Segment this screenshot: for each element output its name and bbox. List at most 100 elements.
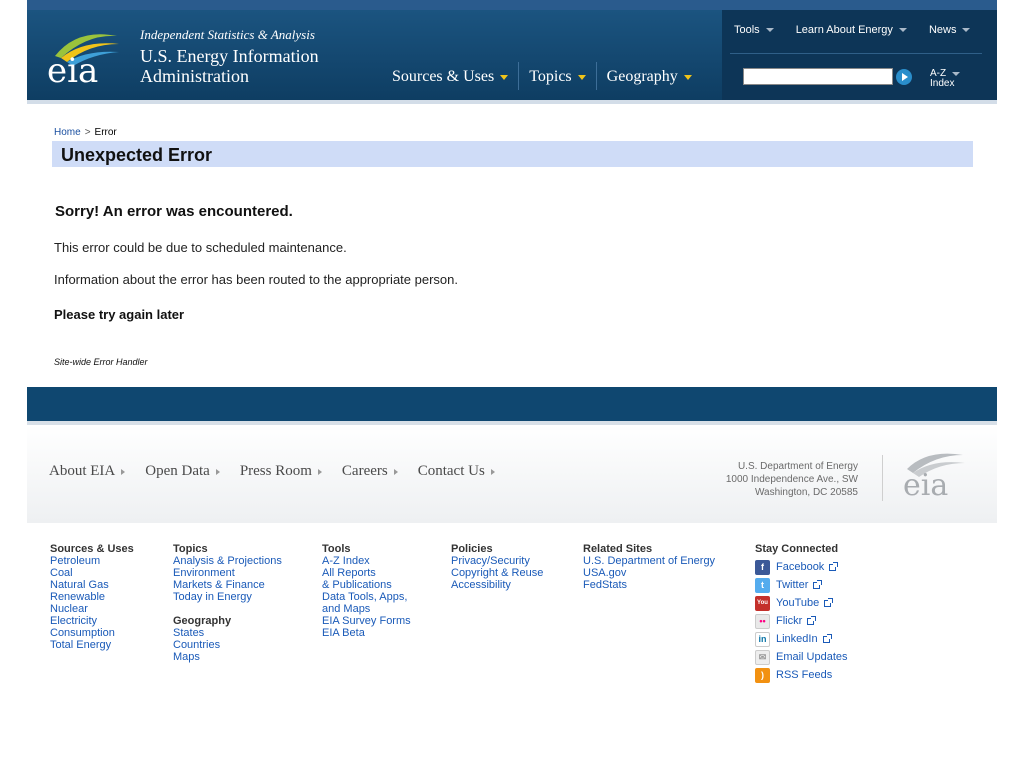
footer-link[interactable]: & Publications (322, 579, 411, 591)
footer-nav-label: Contact Us (417, 463, 485, 479)
footer-link[interactable]: States (173, 627, 282, 639)
footer-link[interactable]: FedStats (583, 579, 715, 591)
footer-link[interactable]: Coal (50, 567, 134, 579)
tools-nav: Tools Learn About Energy News (734, 24, 971, 36)
footer-logo-text: eia (903, 468, 948, 499)
chevron-right-icon (393, 468, 398, 475)
footer-link[interactable]: Electricity (50, 615, 134, 627)
footer-link[interactable]: Renewable (50, 591, 134, 603)
eia-logo-icon[interactable]: eia (47, 26, 127, 86)
footer-col-related: Related Sites U.S. Department of Energy … (583, 543, 715, 591)
social-link[interactable]: LinkedIn (776, 633, 818, 645)
facebook-icon: f (755, 559, 770, 575)
footer-link[interactable]: Maps (173, 651, 282, 663)
chevron-right-icon (121, 468, 126, 475)
footer-link[interactable]: Analysis & Projections (173, 555, 282, 567)
footer-link[interactable]: Data Tools, Apps, (322, 591, 411, 603)
footer-link[interactable]: USA.gov (583, 567, 715, 579)
footer-link[interactable]: Countries (173, 639, 282, 651)
az-index-link[interactable]: A-Z Index (930, 69, 961, 89)
footer-link[interactable]: Petroleum (50, 555, 134, 567)
footer-link[interactable]: EIA Survey Forms (322, 615, 411, 627)
footer-nav-about[interactable]: About EIA (49, 463, 126, 480)
footer-link[interactable]: All Reports (322, 567, 411, 579)
social-link[interactable]: Facebook (776, 561, 824, 573)
col-heading: Tools (322, 543, 351, 555)
nav-sources-uses[interactable]: Sources & Uses (382, 62, 518, 92)
chevron-down-icon (577, 74, 586, 80)
social-flickr[interactable]: •• Flickr (755, 612, 848, 630)
footer-link[interactable]: Environment (173, 567, 282, 579)
youtube-icon: You (755, 595, 770, 611)
social-facebook[interactable]: f Facebook (755, 558, 848, 576)
footer-col-topics: Topics Analysis & Projections Environmen… (173, 543, 282, 663)
agency-name[interactable]: U.S. Energy Information Administration (140, 46, 319, 86)
footer-link[interactable]: Consumption (50, 627, 134, 639)
social-link[interactable]: Twitter (776, 579, 808, 591)
footer-col-sources: Sources & Uses Petroleum Coal Natural Ga… (50, 543, 134, 651)
social-link[interactable]: Email Updates (776, 651, 848, 663)
social-link[interactable]: YouTube (776, 597, 819, 609)
nav-learn-about-energy[interactable]: Learn About Energy (796, 24, 907, 36)
footer-link[interactable]: Privacy/Security (451, 555, 543, 567)
breadcrumb: Home > Error (54, 127, 117, 138)
footer-separator (882, 455, 883, 501)
footer-link[interactable]: Accessibility (451, 579, 543, 591)
footer-nav-careers[interactable]: Careers (342, 463, 398, 480)
breadcrumb-home[interactable]: Home (54, 127, 81, 138)
footer-link[interactable]: A-Z Index (322, 555, 411, 567)
social-link[interactable]: RSS Feeds (776, 669, 832, 681)
nav-topics[interactable]: Topics (519, 62, 595, 92)
external-link-icon (822, 633, 832, 643)
search-input[interactable] (743, 68, 893, 85)
col-heading: Policies (451, 543, 493, 555)
doe-street: 1000 Independence Ave., SW (725, 474, 858, 485)
nav-label: Tools (734, 24, 760, 36)
social-rss[interactable]: ) RSS Feeds (755, 666, 848, 684)
chevron-down-icon (500, 74, 509, 80)
footer-nav-label: Press Room (239, 463, 312, 479)
top-strip (27, 0, 997, 10)
col-heading: Sources & Uses (50, 543, 134, 555)
divider (730, 53, 982, 54)
nav-label: Geography (606, 68, 678, 85)
search-button[interactable] (896, 69, 912, 85)
flickr-icon: •• (755, 613, 770, 629)
doe-city: Washington, DC 20585 (754, 487, 858, 498)
footer-nav-area: About EIA Open Data Press Room Careers C… (27, 425, 997, 523)
footer-link[interactable]: EIA Beta (322, 627, 411, 639)
footer-nav-open-data[interactable]: Open Data (145, 463, 220, 480)
main-nav: Sources & Uses Topics Geography (382, 62, 702, 92)
tagline: Independent Statistics & Analysis (140, 27, 315, 42)
footer-link[interactable]: Total Energy (50, 639, 134, 651)
nav-tools[interactable]: Tools (734, 24, 774, 36)
chevron-right-icon (215, 468, 220, 475)
arrow-right-icon (902, 73, 908, 81)
footer-nav-contact[interactable]: Contact Us (418, 463, 495, 480)
footer-nav: About EIA Open Data Press Room Careers C… (49, 463, 495, 480)
footer-link[interactable]: U.S. Department of Energy (583, 555, 715, 567)
footer-link[interactable]: Copyright & Reuse (451, 567, 543, 579)
social-youtube[interactable]: You YouTube (755, 594, 848, 612)
footer-link[interactable]: Nuclear (50, 603, 134, 615)
nav-geography[interactable]: Geography (597, 62, 702, 92)
chevron-down-icon (765, 28, 774, 32)
logo-text: eia (47, 51, 98, 86)
footer-bar (27, 387, 997, 421)
nav-label: Learn About Energy (795, 24, 893, 36)
breadcrumb-separator: > (84, 127, 91, 138)
footer-link[interactable]: Today in Energy (173, 591, 282, 603)
social-link[interactable]: Flickr (776, 615, 802, 627)
footer-nav-press-room[interactable]: Press Room (240, 463, 322, 480)
footer-link[interactable]: Markets & Finance (173, 579, 282, 591)
external-link-icon (829, 561, 839, 571)
social-twitter[interactable]: t Twitter (755, 576, 848, 594)
nav-news[interactable]: News (929, 24, 971, 36)
footer-link[interactable]: Natural Gas (50, 579, 134, 591)
footer-link[interactable]: and Maps (322, 603, 411, 615)
eia-footer-logo-icon[interactable]: eia (903, 449, 967, 499)
social-email[interactable]: ✉ Email Updates (755, 648, 848, 666)
social-linkedin[interactable]: in LinkedIn (755, 630, 848, 648)
stay-connected: Stay Connected f Facebook t Twitter You You… (755, 543, 848, 684)
